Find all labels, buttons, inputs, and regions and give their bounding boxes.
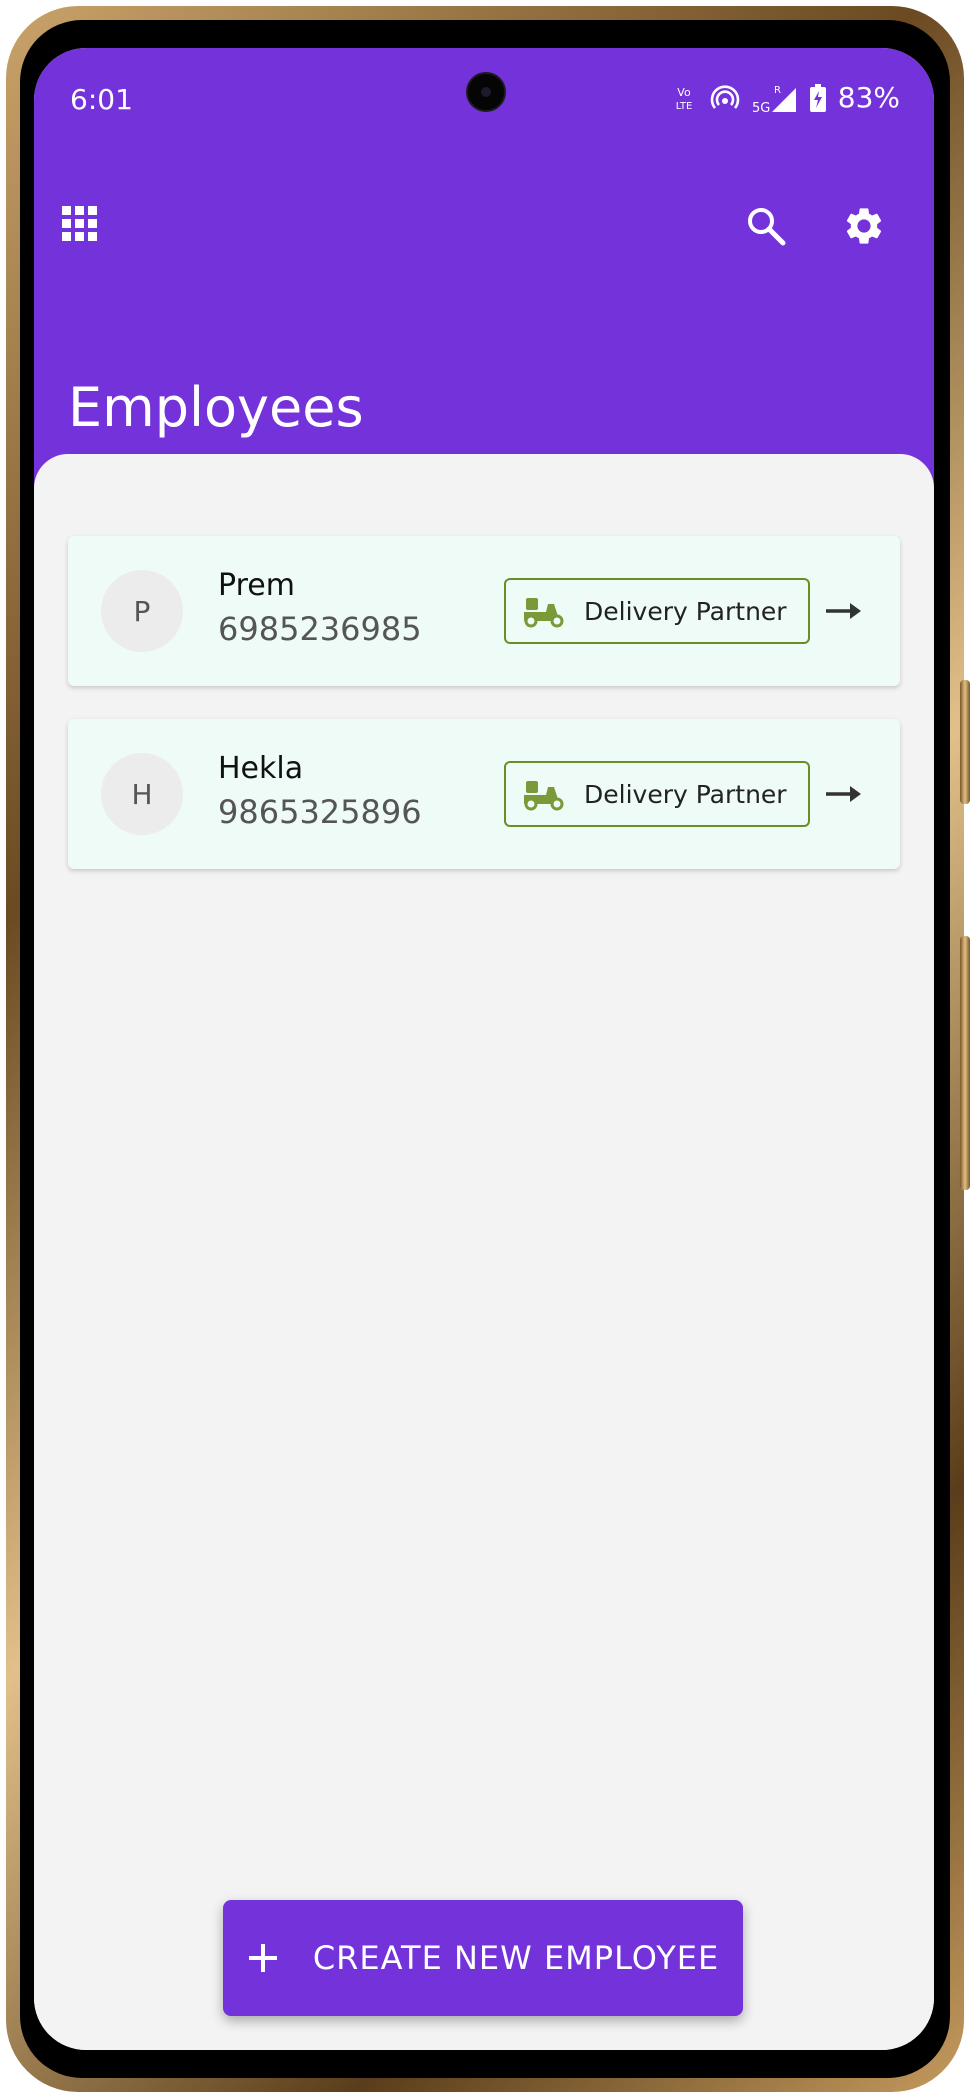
side-button xyxy=(960,680,970,804)
volume-button xyxy=(960,936,970,1190)
employee-card[interactable]: P Prem 6985236985 Delivery Partner xyxy=(68,536,900,686)
status-icons: Vo LTE 5G R 83% xyxy=(670,81,900,115)
search-icon xyxy=(748,208,786,246)
svg-text:5G: 5G xyxy=(752,101,770,114)
signal-icon: 5G R xyxy=(752,85,796,114)
apps-grid-button[interactable] xyxy=(54,198,106,250)
volte-icon: Vo LTE xyxy=(675,86,692,112)
employee-phone: 9865325896 xyxy=(218,793,422,831)
employee-phone: 6985236985 xyxy=(218,610,422,648)
battery-percent: 83% xyxy=(837,81,900,114)
arrow-right-icon[interactable] xyxy=(824,594,862,628)
grid-icon xyxy=(62,206,97,241)
search-button[interactable] xyxy=(738,198,794,254)
employee-list: P Prem 6985236985 Delivery Partner H Hek… xyxy=(34,454,934,2050)
settings-button[interactable] xyxy=(834,196,894,256)
status-time: 6:01 xyxy=(70,83,133,116)
employee-name: Prem xyxy=(218,568,295,603)
svg-text:Vo: Vo xyxy=(677,86,691,99)
svg-text:LTE: LTE xyxy=(675,101,692,112)
svg-text:R: R xyxy=(774,85,781,96)
employee-card[interactable]: H Hekla 9865325896 Delivery Partner xyxy=(68,719,900,869)
role-badge: Delivery Partner xyxy=(504,761,810,827)
create-employee-label: CREATE NEW EMPLOYEE xyxy=(312,1939,720,1977)
role-label: Delivery Partner xyxy=(584,779,787,809)
front-camera xyxy=(466,72,506,112)
avatar: H xyxy=(101,753,183,835)
avatar: P xyxy=(101,570,183,652)
scooter-icon xyxy=(524,781,564,811)
hotspot-icon xyxy=(710,85,740,109)
scooter-icon xyxy=(524,598,564,628)
phone-screen: 6:01 Vo LTE 5G R 83% Employees P Prem 69… xyxy=(34,48,934,2050)
role-badge: Delivery Partner xyxy=(504,578,810,644)
plus-icon xyxy=(248,1944,277,1972)
employee-name: Hekla xyxy=(218,751,304,786)
gear-icon xyxy=(846,208,882,244)
create-employee-button[interactable]: CREATE NEW EMPLOYEE xyxy=(223,1900,743,2016)
arrow-right-icon[interactable] xyxy=(824,777,862,811)
page-title: Employees xyxy=(68,376,364,440)
battery-icon xyxy=(809,84,826,112)
role-label: Delivery Partner xyxy=(584,596,787,626)
